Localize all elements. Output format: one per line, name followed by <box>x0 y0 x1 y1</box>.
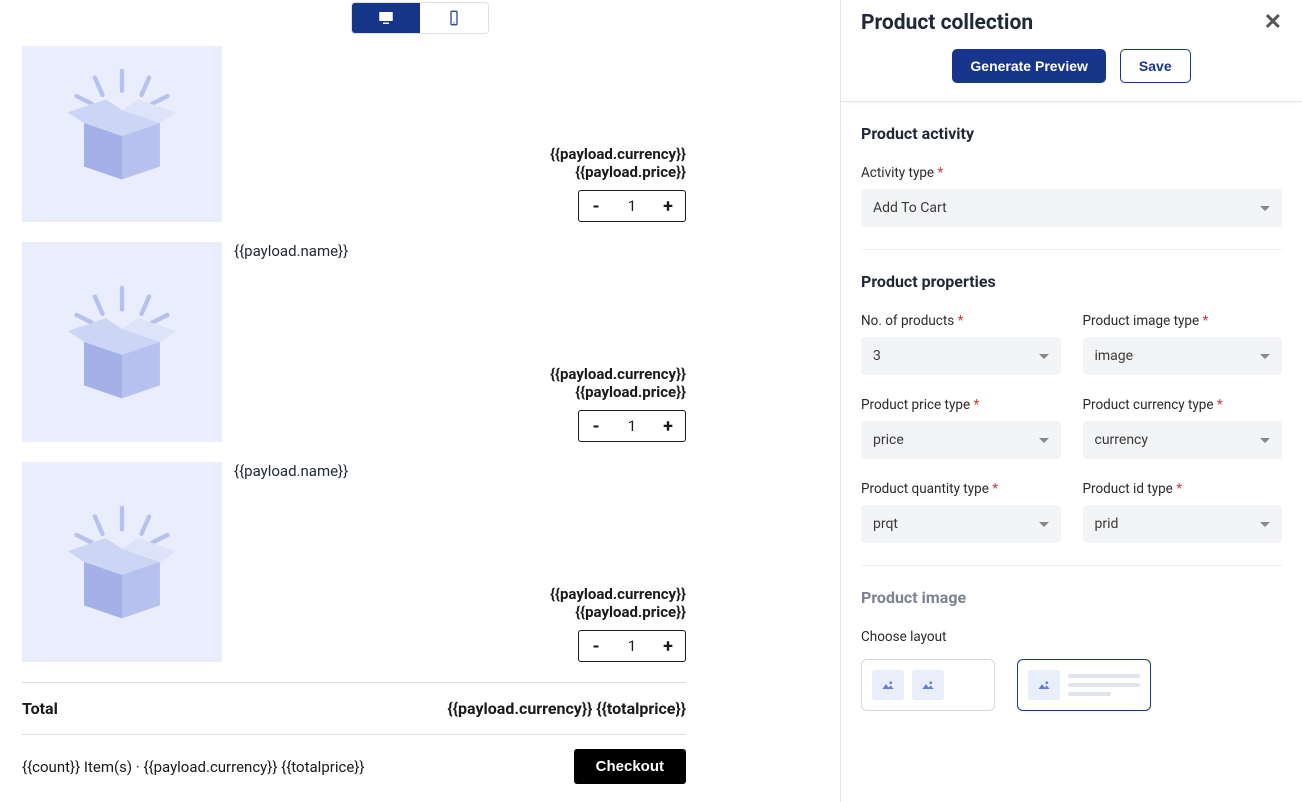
settings-panel: Product collection ✕ Generate Preview Sa… <box>841 0 1302 802</box>
section-title: Product activity <box>861 124 1282 143</box>
product-row: {{payload.name}} {{payload.currency}} {{… <box>22 242 686 442</box>
chevron-down-icon <box>1039 438 1049 443</box>
image-type-label: Product image type * <box>1083 313 1283 329</box>
image-icon <box>1037 680 1051 691</box>
device-toggle <box>351 2 489 34</box>
qty-decrease-button[interactable]: - <box>579 191 613 221</box>
currency-type-label: Product currency type * <box>1083 397 1283 413</box>
chevron-down-icon <box>1039 354 1049 359</box>
product-thumbnail <box>22 242 222 442</box>
price-type-select[interactable]: price <box>861 421 1061 459</box>
section-product-properties: Product properties No. of products * 3 P… <box>861 250 1282 566</box>
section-product-image: Product image Choose layout <box>861 566 1282 733</box>
mobile-view-button[interactable] <box>420 3 488 33</box>
image-icon <box>881 680 895 691</box>
qty-value: 1 <box>613 417 651 435</box>
product-thumbnail <box>22 46 222 222</box>
quantity-stepper[interactable]: - 1 + <box>578 630 686 662</box>
qty-value: 1 <box>613 637 651 655</box>
chevron-down-icon <box>1260 206 1270 211</box>
section-product-activity: Product activity Activity type * Add To … <box>861 102 1282 250</box>
qty-increase-button[interactable]: + <box>651 191 685 221</box>
product-row: {{payload.name}} {{payload.currency}} {{… <box>22 462 686 662</box>
save-button[interactable]: Save <box>1120 49 1191 83</box>
product-row: {{payload.currency}} {{payload.price}} -… <box>22 46 686 222</box>
product-price: {{payload.currency}} {{payload.price}} <box>550 365 686 403</box>
qty-increase-button[interactable]: + <box>651 631 685 661</box>
section-title: Product properties <box>861 272 1282 291</box>
activity-type-label: Activity type * <box>861 165 1282 181</box>
cart-footer: {{count}} Item(s) · {{payload.currency}}… <box>22 735 686 798</box>
preview-pane: {{payload.currency}} {{payload.price}} -… <box>0 0 841 802</box>
choose-layout-label: Choose layout <box>861 629 1282 645</box>
package-placeholder-icon <box>57 69 187 199</box>
quantity-type-select[interactable]: prqt <box>861 505 1061 543</box>
id-type-select[interactable]: prid <box>1083 505 1283 543</box>
price-type-label: Product price type * <box>861 397 1061 413</box>
total-label: Total <box>22 699 58 718</box>
generate-preview-button[interactable]: Generate Preview <box>952 49 1106 83</box>
id-type-label: Product id type * <box>1083 481 1283 497</box>
product-price: {{payload.currency}} {{payload.price}} <box>550 585 686 623</box>
total-value: {{payload.currency}} {{totalprice}} <box>447 699 686 718</box>
package-placeholder-icon <box>57 277 187 407</box>
quantity-stepper[interactable]: - 1 + <box>578 410 686 442</box>
product-thumbnail <box>22 462 222 662</box>
package-placeholder-icon <box>57 497 187 627</box>
desktop-view-button[interactable] <box>352 3 420 33</box>
product-name: {{payload.name}} <box>234 242 686 260</box>
qty-value: 1 <box>613 197 651 215</box>
currency-type-select[interactable]: currency <box>1083 421 1283 459</box>
product-price: {{payload.currency}} {{payload.price}} <box>550 145 686 183</box>
preview-canvas: {{payload.currency}} {{payload.price}} -… <box>0 46 710 802</box>
layout-option-list[interactable] <box>1017 659 1151 711</box>
chevron-down-icon <box>1039 522 1049 527</box>
activity-type-select[interactable]: Add To Cart <box>861 189 1282 227</box>
chevron-down-icon <box>1260 438 1270 443</box>
chevron-down-icon <box>1260 522 1270 527</box>
qty-increase-button[interactable]: + <box>651 411 685 441</box>
image-type-select[interactable]: image <box>1083 337 1283 375</box>
product-name: {{payload.name}} <box>234 462 686 480</box>
qty-decrease-button[interactable]: - <box>579 631 613 661</box>
layout-option-grid[interactable] <box>861 659 995 711</box>
mobile-icon <box>445 9 463 27</box>
close-icon[interactable]: ✕ <box>1264 10 1282 35</box>
section-title: Product image <box>861 588 1282 607</box>
panel-title: Product collection <box>861 11 1033 35</box>
footer-summary: {{count}} Item(s) · {{payload.currency}}… <box>22 758 364 776</box>
num-products-label: No. of products * <box>861 313 1061 329</box>
num-products-select[interactable]: 3 <box>861 337 1061 375</box>
quantity-type-label: Product quantity type * <box>861 481 1061 497</box>
total-row: Total {{payload.currency}} {{totalprice}… <box>22 682 686 735</box>
qty-decrease-button[interactable]: - <box>579 411 613 441</box>
desktop-icon <box>377 9 395 27</box>
chevron-down-icon <box>1260 354 1270 359</box>
image-icon <box>921 680 935 691</box>
checkout-button[interactable]: Checkout <box>574 749 686 784</box>
quantity-stepper[interactable]: - 1 + <box>578 190 686 222</box>
